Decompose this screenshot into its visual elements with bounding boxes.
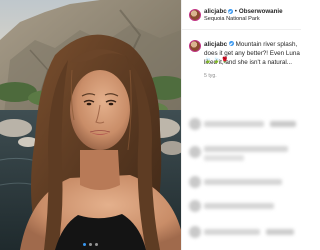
post-side-panel: alicjabc • Obserwowanie Sequoia National… — [181, 0, 301, 250]
comment-text-blurred — [266, 229, 294, 235]
post-image — [0, 0, 181, 250]
comment-avatar-blurred — [189, 118, 201, 130]
leaf-icon: 🍃 — [212, 58, 220, 64]
comment-avatar-blurred — [189, 226, 201, 238]
carousel-indicator — [0, 243, 181, 247]
caption-username[interactable]: alicjabc — [204, 41, 227, 48]
carousel-dot — [89, 243, 92, 246]
verified-badge-icon — [227, 9, 233, 14]
leaf-icon: 🍃 — [204, 58, 212, 64]
comment-text-blurred — [204, 121, 264, 127]
header-user-line: alicjabc • Obserwowanie — [204, 8, 283, 15]
rose-icon: 🌹 — [220, 58, 229, 64]
comment-text-blurred — [204, 155, 244, 161]
carousel-dot-active — [83, 243, 86, 246]
avatar[interactable] — [189, 9, 201, 21]
post-header: alicjabc • Obserwowanie Sequoia National… — [182, 0, 301, 30]
username-link[interactable]: alicjabc — [204, 8, 227, 15]
comment-text-blurred — [204, 179, 282, 185]
post-photo[interactable] — [0, 0, 181, 250]
comment-text-blurred — [204, 203, 274, 209]
header-separator: • — [234, 8, 237, 15]
comment-text-blurred — [204, 229, 260, 235]
follow-button[interactable]: Obserwowanie — [239, 8, 283, 15]
comment-avatar-blurred — [189, 176, 201, 188]
location-link[interactable]: Sequoia National Park — [204, 16, 260, 22]
caption-avatar[interactable] — [189, 40, 201, 52]
carousel-dot — [95, 243, 98, 246]
verified-badge-icon — [228, 41, 234, 46]
comment-text-blurred — [270, 121, 296, 127]
caption-emojis: 🍃 🍃 🌹 — [204, 58, 264, 65]
comment-avatar-blurred — [189, 146, 201, 158]
post-timestamp: 5 tyg. — [204, 73, 217, 79]
comment-text-blurred — [204, 146, 288, 152]
comment-avatar-blurred — [189, 200, 201, 212]
